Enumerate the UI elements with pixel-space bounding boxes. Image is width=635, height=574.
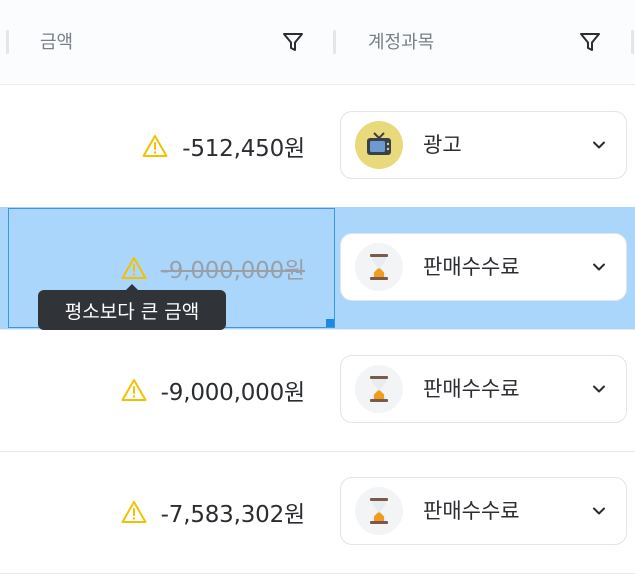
warning-icon — [121, 501, 147, 523]
table-row: -512,450원 광고 — [0, 85, 635, 208]
account-select[interactable]: 광고 — [340, 111, 627, 179]
account-select[interactable]: 판매수수료 — [340, 355, 627, 423]
amount-cell[interactable]: -512,450원 — [0, 85, 335, 207]
filter-icon[interactable] — [578, 30, 602, 54]
warning-icon — [121, 379, 147, 401]
amount-value: -7,583,302원 — [160, 502, 306, 528]
column-resize-handle[interactable] — [333, 30, 336, 54]
amount-value: -9,000,000원 — [160, 380, 306, 406]
chevron-down-icon — [593, 141, 605, 149]
column-resize-handle[interactable] — [6, 30, 9, 54]
amount-value: -512,450원 — [182, 136, 305, 162]
column-header-account[interactable]: 계정과목 — [368, 30, 434, 56]
warning-tooltip: 평소보다 큰 금액 — [38, 290, 226, 330]
hourglass-icon — [355, 243, 403, 291]
amount-cell[interactable]: -7,583,302원 — [0, 451, 335, 573]
column-header-amount[interactable]: 금액 — [40, 30, 73, 56]
column-resize-handle[interactable] — [631, 30, 634, 54]
account-label: 판매수수료 — [423, 499, 520, 523]
fill-handle[interactable] — [326, 319, 334, 327]
amount-cell[interactable]: -9,000,000원 — [0, 329, 335, 451]
chevron-down-icon — [593, 263, 605, 271]
filter-icon[interactable] — [281, 30, 305, 54]
table-row: -7,583,302원 판매수수료 — [0, 451, 635, 574]
account-label: 판매수수료 — [423, 377, 520, 401]
chevron-down-icon — [593, 385, 605, 393]
hourglass-icon — [355, 365, 403, 413]
table-header: 금액 계정과목 — [0, 0, 635, 85]
account-label: 광고 — [423, 133, 462, 157]
chevron-down-icon — [593, 507, 605, 515]
hourglass-icon — [355, 487, 403, 535]
account-select[interactable]: 판매수수료 — [340, 233, 627, 301]
account-label: 판매수수료 — [423, 255, 520, 279]
table-row: -9,000,000원 판매수수료 — [0, 329, 635, 452]
account-select[interactable]: 판매수수료 — [340, 477, 627, 545]
tv-icon — [355, 121, 403, 169]
warning-icon — [142, 135, 168, 157]
